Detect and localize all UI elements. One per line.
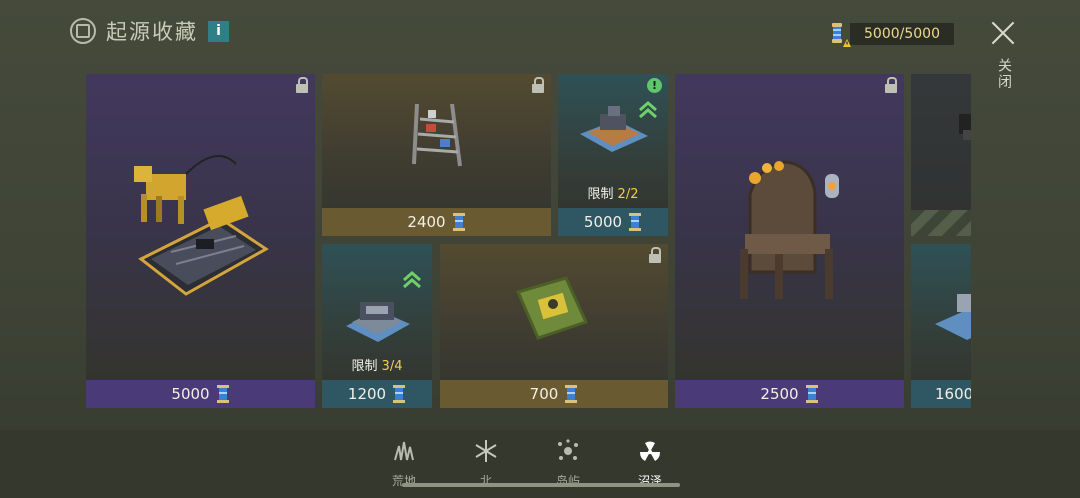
price-tag: 2400 [322, 208, 551, 236]
price-tag: 1200 [322, 380, 432, 408]
purchase-limit: 限制 3/4 [351, 359, 403, 374]
info-button[interactable]: i [208, 20, 229, 42]
currency-display: 5000/5000 [824, 22, 954, 47]
candle-throne-icon [740, 160, 839, 299]
blue-spool-icon [393, 385, 406, 403]
purchase-limit: 限制 2/2 [587, 187, 639, 202]
island-burst-icon [558, 439, 578, 460]
price-value: 1600 [935, 385, 971, 403]
item-card-workstation[interactable]: ! 限制 2/2 5000 [558, 74, 668, 236]
price-tag: 1600 [911, 380, 971, 408]
item-card-tank-blueprint[interactable]: 限制 3/4 1200 [322, 244, 432, 408]
price-tag: 5000 [558, 208, 668, 236]
blue-spool-icon [565, 385, 578, 403]
tab-north[interactable]: 北 [458, 438, 514, 489]
storage-shelf-icon [412, 103, 462, 167]
lock-icon [649, 247, 661, 263]
origin-emblem-icon [70, 18, 96, 44]
blue-spool-icon [452, 213, 465, 231]
blue-spool-icon [216, 385, 229, 403]
blue-spool-icon [805, 385, 818, 403]
item-card-throne[interactable]: 2500 [675, 74, 904, 408]
price-value: 5000 [171, 385, 210, 403]
price-value: 5000 [583, 213, 623, 231]
close-icon[interactable] [990, 20, 1016, 46]
page-title: 起源收藏 [106, 20, 198, 44]
item-card-swamp-chip[interactable]: 700 [440, 244, 668, 408]
swamp-chip-icon [515, 276, 589, 340]
price-tag: 5000 [86, 380, 315, 408]
upgrade-chevron-icon [403, 271, 421, 289]
tab-swamp[interactable]: 沼泽 [622, 438, 678, 489]
lock-icon [296, 77, 308, 93]
alert-badge: ! [647, 78, 662, 93]
grass-icon [394, 441, 414, 461]
item-card-shelf[interactable]: 2400 [322, 74, 551, 236]
price-value: 2500 [760, 385, 799, 403]
item-card-mech-dog[interactable]: 5000 [86, 74, 315, 408]
mech-dog-workbench-icon [134, 155, 269, 296]
price-tag: 2500 [675, 380, 904, 408]
lock-icon [885, 77, 897, 93]
price-tag: 700 [440, 380, 668, 408]
tab-wasteland[interactable]: 荒地 [376, 438, 432, 489]
item-card-blueprint-machine[interactable]: 1600 [911, 244, 971, 408]
price-value: 1200 [347, 385, 387, 403]
snowflake-icon [475, 440, 497, 462]
price-value: 700 [529, 385, 559, 403]
lock-icon [532, 77, 544, 93]
blue-spool-icon [832, 23, 851, 47]
tab-island[interactable]: 岛屿 [540, 438, 596, 489]
collection-grid: 5000 2400 ! 限制 2/2 5000 2500 限制 3/4 1200… [86, 74, 971, 408]
price-value: 2400 [407, 213, 446, 231]
blueprint-machine-icon [935, 294, 971, 340]
upgrade-chevron-icon [639, 101, 657, 119]
header: 起源收藏 i [70, 16, 229, 46]
item-card-machine[interactable] [911, 74, 971, 236]
currency-value: 5000/5000 [850, 23, 954, 45]
radiation-icon [639, 441, 661, 461]
hazard-stripe [911, 210, 971, 236]
close-label[interactable]: 关闭 [994, 58, 1014, 90]
tab-scrollbar[interactable] [402, 483, 680, 487]
scroll-thumb[interactable] [402, 483, 680, 487]
blue-spool-icon [629, 213, 642, 231]
